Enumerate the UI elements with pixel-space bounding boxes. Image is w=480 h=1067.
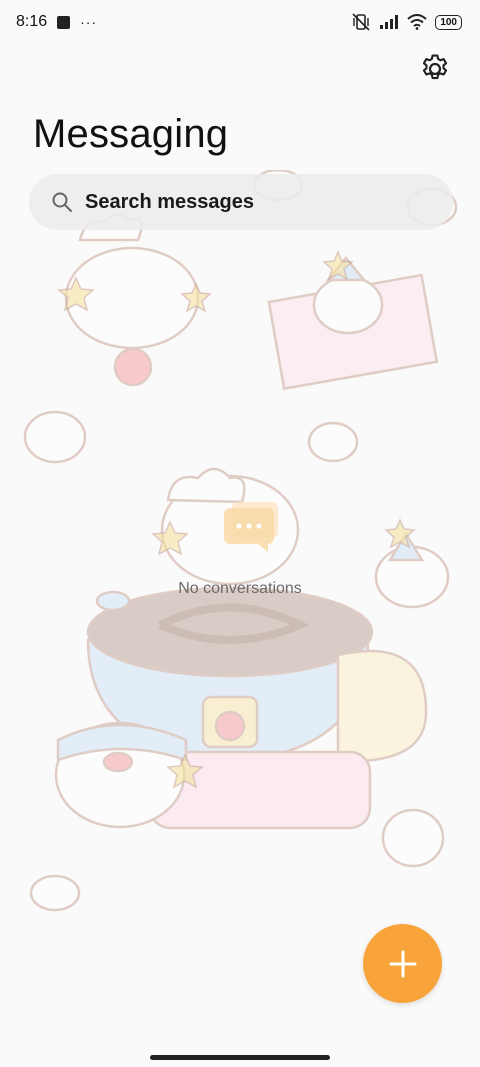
status-left: 8:16 ···	[16, 13, 97, 31]
signal-icon	[380, 15, 399, 29]
status-bar: 8:16 ··· 100	[0, 0, 480, 44]
empty-state-text: No conversations	[178, 580, 302, 597]
new-conversation-button[interactable]	[363, 924, 442, 1003]
search-placeholder: Search messages	[85, 190, 255, 213]
settings-button[interactable]	[418, 52, 452, 86]
plus-icon	[389, 950, 416, 977]
gear-icon	[422, 54, 448, 80]
vibrate-muted-icon	[352, 13, 370, 31]
chat-bubble-icon	[224, 502, 278, 552]
notification-app-icon	[57, 15, 71, 29]
wifi-icon	[407, 14, 427, 30]
status-right: 100	[351, 13, 462, 31]
search-icon	[52, 192, 72, 212]
page-title: Messaging	[33, 112, 229, 156]
status-time: 8:16	[16, 13, 48, 30]
home-indicator[interactable]	[150, 1055, 330, 1060]
search-bar[interactable]: Search messages	[29, 174, 453, 230]
more-notifications-icon: ···	[80, 14, 98, 30]
battery-indicator: 100	[435, 14, 462, 30]
